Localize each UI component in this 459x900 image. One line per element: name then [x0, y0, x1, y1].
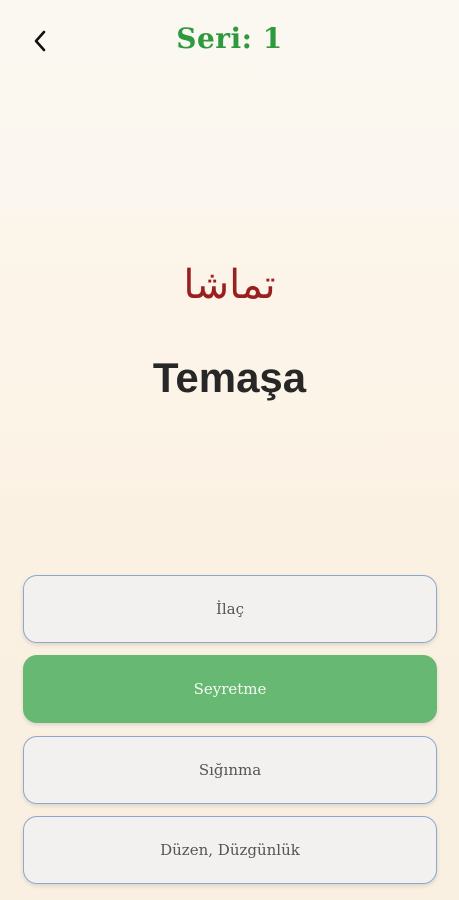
- answer-option-1[interactable]: İlaç: [23, 575, 437, 643]
- answer-option-label: Sığınma: [198, 761, 262, 779]
- answer-option-label: Düzen, Düzgünlük: [160, 841, 300, 859]
- arabic-word: تماشا: [183, 262, 276, 308]
- page-title: Seri: 1: [176, 22, 283, 55]
- word-card: [0, 200, 459, 500]
- answer-option-3[interactable]: Sığınma: [23, 736, 437, 804]
- answer-option-label: Seyretme: [193, 680, 267, 698]
- answer-option-label: İlaç: [215, 600, 245, 618]
- top-bar: Seri: 1: [0, 0, 459, 84]
- turkish-word: Temaşa: [152, 354, 307, 401]
- answer-option-2[interactable]: Seyretme: [23, 655, 437, 723]
- answer-option-4[interactable]: Düzen, Düzgünlük: [23, 816, 437, 884]
